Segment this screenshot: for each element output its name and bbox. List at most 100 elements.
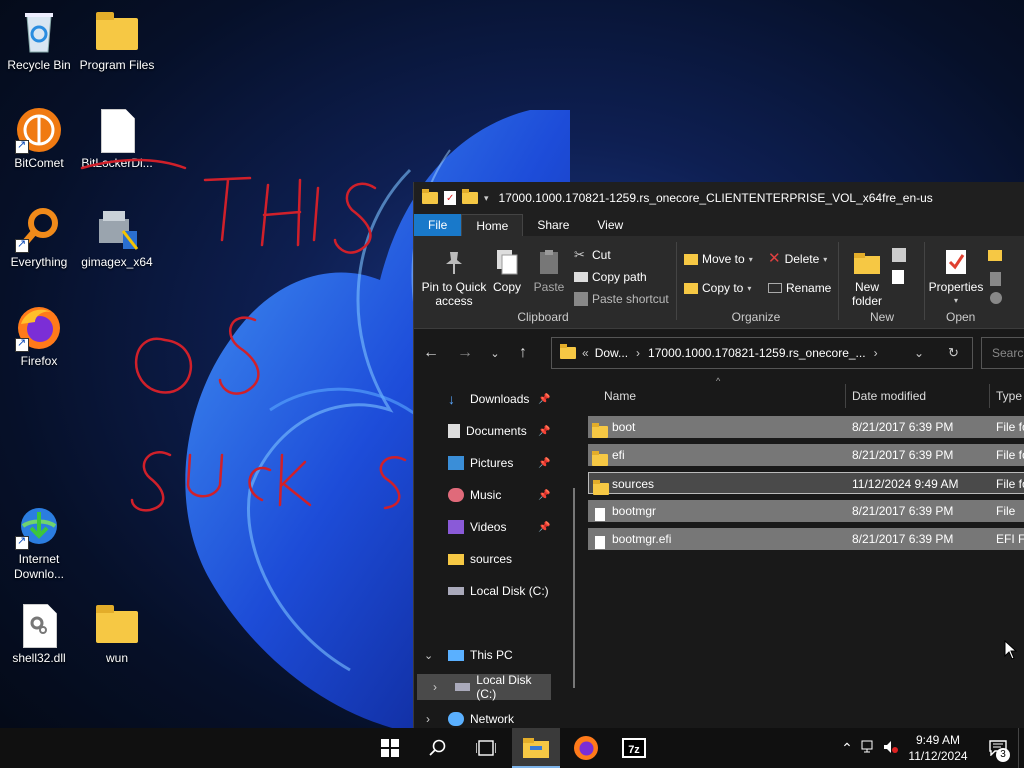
rename-button[interactable]: Rename <box>768 281 831 295</box>
table-row[interactable]: bootmgr 8/21/2017 6:39 PM File <box>588 500 1024 522</box>
nav-item-this-pc[interactable]: ⌄ This PC <box>414 642 569 668</box>
system-tray: ⌃ <box>836 728 902 768</box>
file-explorer-window[interactable]: ✓ ▾ 17000.1000.170821-1259.rs_onecore_CL… <box>413 182 1024 728</box>
easy-access-icon[interactable] <box>892 270 904 284</box>
copy-to-label: Copy to <box>702 281 744 295</box>
address-segment-downloads[interactable]: Dow... <box>595 346 628 360</box>
desktop-icon-recycle-bin[interactable]: Recycle Bin <box>1 8 77 73</box>
desktop-icon-everything[interactable]: Everything <box>1 205 77 270</box>
desktop-icon-bitlocker[interactable]: BitLockerDi... <box>79 106 155 171</box>
address-bar[interactable]: « Dow... › 17000.1000.170821-1259.rs_one… <box>551 337 973 369</box>
taskbar-clock[interactable]: 9:49 AM 11/12/2024 <box>896 732 980 764</box>
start-button[interactable] <box>366 728 414 768</box>
file-date: 8/21/2017 6:39 PM <box>852 448 954 462</box>
properties-label: Properties <box>928 280 984 294</box>
address-segment-current[interactable]: 17000.1000.170821-1259.rs_onecore_... <box>648 346 866 360</box>
desktop-icon-program-files[interactable]: Program Files <box>79 8 155 73</box>
desktop-icon-gimagex[interactable]: gimagex_x64 <box>79 205 155 270</box>
nav-item-local-disk[interactable]: Local Disk (C:) <box>414 578 569 604</box>
tab-home[interactable]: Home <box>461 214 524 236</box>
pin-icon[interactable]: 📌 <box>538 426 550 437</box>
table-row[interactable]: boot 8/21/2017 6:39 PM File fo <box>588 416 1024 438</box>
recent-locations-chevron-icon[interactable]: ⌄ <box>482 347 508 360</box>
forward-arrow-icon[interactable]: → <box>448 344 482 362</box>
table-row[interactable]: efi 8/21/2017 6:39 PM File fo <box>588 444 1024 466</box>
address-overflow[interactable]: « <box>582 346 589 360</box>
table-row-selected[interactable]: sources 11/12/2024 9:49 AM File fo <box>588 472 1024 495</box>
title-bar[interactable]: ✓ ▾ 17000.1000.170821-1259.rs_onecore_CL… <box>414 182 1024 214</box>
table-row[interactable]: bootmgr.efi 8/21/2017 6:39 PM EFI Fil <box>588 528 1024 550</box>
nav-item-documents[interactable]: Documents 📌 <box>414 418 569 444</box>
tab-view[interactable]: View <box>583 214 637 236</box>
folder-icon <box>448 553 464 565</box>
copy-to-icon <box>684 282 698 294</box>
folder-icon <box>592 420 608 438</box>
desktop-icon-wun[interactable]: wun <box>79 601 155 666</box>
pin-icon[interactable]: 📌 <box>538 490 550 501</box>
search-input[interactable]: Search <box>981 337 1024 369</box>
copy-path-button[interactable]: Copy path <box>574 270 647 284</box>
action-center-button[interactable]: 3 <box>980 728 1016 768</box>
history-icon[interactable] <box>990 292 1002 304</box>
drive-icon <box>455 683 471 691</box>
desktop-icon-label: BitComet <box>14 156 64 170</box>
desktop-icon-internet-download[interactable]: Internet Downlo... <box>1 502 77 582</box>
desktop-icon-shell32[interactable]: shell32.dll <box>1 601 77 666</box>
nav-item-pictures[interactable]: Pictures 📌 <box>414 450 569 476</box>
tab-file[interactable]: File <box>414 214 462 236</box>
cut-button[interactable]: ✂ Cut <box>574 248 611 263</box>
pin-icon[interactable]: 📌 <box>538 522 550 533</box>
taskbar-file-explorer[interactable] <box>512 728 560 768</box>
show-desktop-button[interactable] <box>1018 728 1024 768</box>
chevron-down-icon[interactable]: ⌄ <box>424 649 433 662</box>
delete-button[interactable]: ✕ Delete ▾ <box>768 251 827 266</box>
navigation-scrollbar[interactable] <box>572 376 576 728</box>
copy-to-button[interactable]: Copy to ▾ <box>684 281 751 295</box>
pin-icon[interactable]: 📌 <box>538 394 550 405</box>
new-item-icon[interactable] <box>892 248 906 262</box>
scrollbar-thumb[interactable] <box>573 488 575 688</box>
copy-label: Copy <box>492 280 521 294</box>
taskbar-firefox[interactable] <box>562 728 610 768</box>
properties-icon <box>942 248 970 276</box>
paste-button[interactable]: Paste <box>531 248 567 294</box>
back-arrow-icon[interactable]: ← <box>414 344 448 362</box>
chevron-right-icon[interactable]: › <box>874 346 878 360</box>
copy-button[interactable]: Copy <box>490 248 524 294</box>
properties-button[interactable]: Properties ▾ <box>928 248 984 308</box>
network-icon[interactable] <box>858 740 880 757</box>
nav-item-network[interactable]: › Network <box>414 706 569 728</box>
chevron-right-icon[interactable]: › <box>426 712 430 726</box>
open-icon[interactable] <box>988 250 1002 261</box>
desktop-icon-bitcomet[interactable]: BitComet <box>1 106 77 171</box>
quick-access-dropdown-icon[interactable]: ▾ <box>484 193 489 204</box>
nav-item-music[interactable]: Music 📌 <box>414 482 569 508</box>
paste-shortcut-button[interactable]: Paste shortcut <box>574 292 669 306</box>
edit-icon[interactable] <box>990 272 1001 286</box>
search-button[interactable] <box>414 728 462 768</box>
chevron-up-icon[interactable]: ⌃ <box>836 740 858 757</box>
nav-item-sources[interactable]: sources <box>414 546 569 572</box>
address-dropdown-icon[interactable]: ⌄ <box>914 346 924 360</box>
move-to-button[interactable]: Move to ▾ <box>684 252 753 266</box>
up-arrow-icon[interactable]: ↑ <box>508 344 538 362</box>
desktop-icon-firefox[interactable]: Firefox <box>1 304 77 369</box>
folder-icon <box>93 601 141 649</box>
task-view-button[interactable] <box>462 728 510 768</box>
file-type: File fo <box>996 477 1024 491</box>
nav-item-videos[interactable]: Videos 📌 <box>414 514 569 540</box>
refresh-icon[interactable]: ↻ <box>948 345 959 361</box>
properties-quick-icon[interactable]: ✓ <box>444 191 456 205</box>
new-folder-label: New folder <box>851 280 883 308</box>
chevron-right-icon[interactable]: › <box>636 346 640 360</box>
new-folder-button[interactable]: New folder <box>846 248 888 308</box>
chevron-right-icon[interactable]: › <box>433 680 437 694</box>
pin-icon[interactable]: 📌 <box>538 458 550 469</box>
new-folder-quick-icon[interactable] <box>462 189 478 204</box>
nav-label: This PC <box>470 648 513 662</box>
tab-share[interactable]: Share <box>523 214 583 236</box>
nav-item-downloads[interactable]: ↓ Downloads 📌 <box>414 386 569 412</box>
taskbar-7zip[interactable]: 7z <box>610 728 658 768</box>
nav-item-local-disk-c[interactable]: › Local Disk (C:) <box>417 673 551 701</box>
pin-to-quick-access-button[interactable]: Pin to Quick access <box>418 248 490 308</box>
